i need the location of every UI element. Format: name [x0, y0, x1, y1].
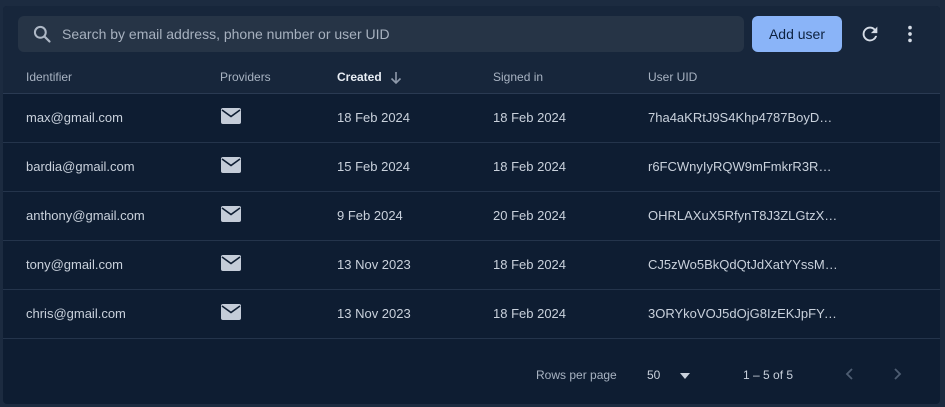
cell-created: 15 Feb 2024 — [337, 159, 411, 174]
cell-created: 13 Nov 2023 — [337, 306, 411, 321]
cell-user-uid: CJ5zWo5BkQdQtJdXatYYssM… — [648, 257, 838, 272]
more-vert-icon — [908, 25, 912, 43]
cell-created: 9 Feb 2024 — [337, 208, 403, 223]
column-header-providers: Providers — [220, 70, 271, 84]
previous-page-button[interactable] — [838, 362, 862, 386]
arrow-down-icon[interactable] — [390, 71, 402, 85]
chevron-left-icon — [845, 368, 853, 380]
app-frame: Add user Identifier Providers Created — [0, 0, 945, 407]
cell-identifier: bardia@gmail.com — [26, 159, 135, 174]
cell-user-uid: r6FCWnyIyRQW9mFmkrR3Ru… — [648, 159, 838, 174]
more-options-button[interactable] — [898, 22, 922, 46]
column-header-user-uid: User UID — [648, 70, 698, 84]
search-bar[interactable] — [18, 16, 744, 52]
table-row[interactable]: chris@gmail.com 13 Nov 2023 18 Feb 2024 … — [3, 290, 940, 339]
cell-signed-in: 20 Feb 2024 — [493, 208, 567, 223]
rows-per-page-select[interactable]: 50 — [643, 362, 699, 388]
pagination-footer: Rows per page 50 1 – 5 of 5 — [3, 346, 940, 404]
refresh-button[interactable] — [858, 22, 882, 46]
toolbar: Add user — [3, 6, 940, 62]
search-input[interactable] — [62, 16, 744, 52]
cell-identifier: chris@gmail.com — [26, 306, 126, 321]
table-row[interactable]: bardia@gmail.com 15 Feb 2024 18 Feb 2024… — [3, 143, 940, 192]
add-user-button[interactable]: Add user — [752, 16, 842, 52]
cell-signed-in: 18 Feb 2024 — [493, 110, 567, 125]
rows-per-page-label: Rows per page — [536, 368, 617, 382]
caret-down-icon — [680, 373, 690, 379]
cell-signed-in: 18 Feb 2024 — [493, 257, 567, 272]
cell-user-uid: 3ORYkoVOJ5dOjG8IzEKJpFYA… — [648, 306, 838, 321]
cell-user-uid: OHRLAXuX5RfynT8J3ZLGtzXs… — [648, 208, 838, 223]
table-row[interactable]: tony@gmail.com 13 Nov 2023 18 Feb 2024 C… — [3, 241, 940, 290]
search-icon — [33, 25, 51, 43]
cell-signed-in: 18 Feb 2024 — [493, 159, 567, 174]
users-panel: Add user Identifier Providers Created — [3, 6, 940, 404]
table-row[interactable]: max@gmail.com 18 Feb 2024 18 Feb 2024 7h… — [3, 94, 940, 143]
cell-created: 13 Nov 2023 — [337, 257, 411, 272]
cell-created: 18 Feb 2024 — [337, 110, 411, 125]
column-header-created[interactable]: Created — [337, 62, 382, 94]
column-header-signed-in[interactable]: Signed in — [493, 62, 543, 94]
email-icon — [221, 157, 241, 173]
cell-identifier: tony@gmail.com — [26, 257, 124, 272]
next-page-button[interactable] — [885, 362, 909, 386]
cell-user-uid: 7ha4aKRtJ9S4Khp4787BoyDd… — [648, 110, 838, 125]
chevron-right-icon — [894, 368, 902, 380]
cell-signed-in: 18 Feb 2024 — [493, 306, 567, 321]
column-header-identifier[interactable]: Identifier — [26, 62, 72, 94]
table-header: Identifier Providers Created Signed in U… — [3, 62, 940, 94]
rows-per-page-value: 50 — [647, 368, 661, 382]
cell-identifier: max@gmail.com — [26, 110, 123, 125]
table-row[interactable]: anthony@gmail.com 9 Feb 2024 20 Feb 2024… — [3, 192, 940, 241]
pagination-range: 1 – 5 of 5 — [743, 368, 794, 382]
cell-identifier: anthony@gmail.com — [26, 208, 145, 223]
email-icon — [221, 108, 241, 124]
email-icon — [221, 255, 241, 271]
refresh-icon — [862, 26, 878, 42]
email-icon — [221, 206, 241, 222]
email-icon — [221, 304, 241, 320]
